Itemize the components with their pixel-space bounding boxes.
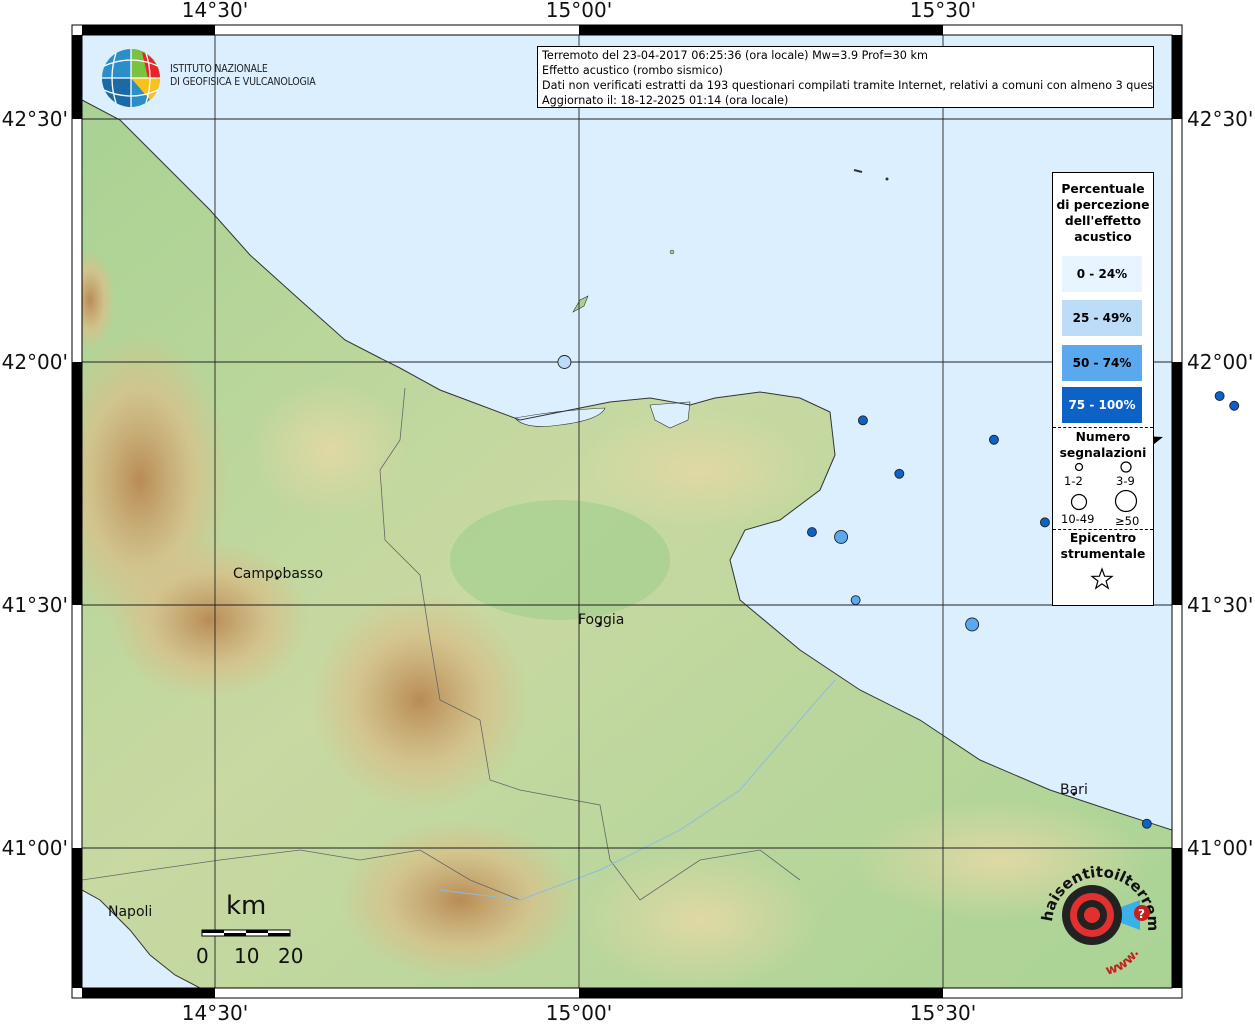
event-line: Terremoto del 23-04-2017 06:25:36 (ora l…: [542, 49, 928, 62]
legend-class-0-24: 0 - 24%: [1062, 256, 1142, 292]
observation-point: [557, 355, 572, 369]
globe-icon: [102, 49, 161, 107]
legend-class-75-100: 75 - 100%: [1062, 387, 1142, 423]
scale-label-0: 0: [196, 944, 209, 968]
epicenter-title: Epicentro strumentale: [1053, 530, 1153, 562]
observation-point: [1229, 400, 1240, 411]
legend-title-line: acustico: [1074, 230, 1132, 244]
latitude-label-right: 41°30': [1187, 593, 1253, 617]
observation-point: [1039, 517, 1050, 528]
latitude-label-left: 42°00': [2, 350, 68, 374]
brand-www: www.: [1104, 946, 1143, 978]
observation-point: [989, 434, 999, 445]
longitude-label-bottom: 14°30': [182, 1001, 248, 1024]
murge-hills-south: [580, 850, 820, 988]
ingv-logo: ISTITUTO NAZIONALE DI GEOFISICA E VULCAN…: [100, 46, 330, 110]
observation-point: [1141, 818, 1152, 829]
observation-point: [834, 530, 849, 544]
irpinia-relief: [340, 820, 580, 980]
count-title: Numero segnalazioni: [1053, 429, 1153, 461]
epicenter-title-line: Epicentro: [1069, 531, 1137, 545]
legend-divider: [1053, 427, 1153, 428]
scale-segment: [202, 930, 224, 933]
matese-relief: [110, 540, 310, 700]
count-title-line: Numero: [1075, 430, 1131, 444]
scale-segment: [224, 933, 246, 936]
legend-panel: Percentuale di percezione dell'effetto a…: [1052, 172, 1154, 606]
frame-segment: [82, 25, 215, 35]
frame-segment: [1172, 35, 1182, 119]
scale-label-20: 20: [278, 944, 303, 968]
longitude-label-top: 15°30': [910, 0, 976, 22]
frame-segment: [579, 988, 943, 998]
city-napoli: Napoli: [108, 904, 152, 920]
frame-segment: [72, 362, 82, 605]
latitude-label-right: 41°00': [1187, 836, 1253, 860]
frame-segment: [1172, 848, 1182, 988]
latitude-label-right: 42°00': [1187, 350, 1253, 374]
size-symbols: [1070, 461, 1138, 513]
longitude-label-bottom: 15°30': [910, 1001, 976, 1024]
latitude-label-left: 41°30': [2, 593, 68, 617]
city-bari: Bari: [1060, 782, 1088, 798]
latitude-label-left: 41°00': [2, 836, 68, 860]
longitude-label-top: 15°00': [546, 0, 612, 22]
size-label-1-2: 1-2: [1064, 474, 1083, 488]
scale-segment: [246, 930, 268, 933]
longitude-label-top: 14°30': [182, 0, 248, 22]
haisentito-logo: haisentitoilterremoto.it www. ?: [1025, 841, 1170, 985]
effect-line: Effetto acustico (rombo sismico): [542, 64, 723, 77]
legend-class-25-49: 25 - 49%: [1062, 300, 1142, 336]
legend-class-50-74: 50 - 74%: [1062, 345, 1142, 381]
size-label-50-plus: ≥50: [1115, 514, 1140, 528]
ingv-name-line-2: DI GEOFISICA E VULCANOLOGIA: [170, 76, 316, 88]
legend-title-line: Percentuale: [1061, 182, 1145, 196]
pianosa-island: [669, 249, 675, 255]
frame-segment: [82, 988, 215, 998]
epicenter-title-line: strumentale: [1060, 547, 1146, 561]
size-label-3-9: 3-9: [1116, 474, 1135, 488]
legend-title-line: dell'effetto: [1064, 214, 1142, 228]
question-icon: ?: [1138, 907, 1145, 921]
scale-unit: km: [226, 891, 266, 921]
daunia-relief: [310, 590, 530, 810]
earthquake-info-box: Terremoto del 23-04-2017 06:25:36 (ora l…: [537, 46, 1154, 108]
latitude-label-right: 42°30': [1187, 107, 1253, 131]
svg-text:www.: www.: [1104, 946, 1143, 978]
molise-hills: [250, 380, 410, 520]
tavoliere-plain: [450, 500, 670, 620]
frame-segment: [1172, 362, 1182, 605]
frame-segment: [72, 848, 82, 988]
target-icon: haisentitoilterremoto.it www. ?: [1025, 841, 1162, 979]
legend-title-line: di percezione: [1056, 198, 1150, 212]
size-label-10-49: 10-49: [1061, 512, 1095, 526]
updated-line: Aggiornato il: 18-12-2025 01:14 (ora loc…: [542, 94, 789, 107]
ingv-name: ISTITUTO NAZIONALE DI GEOFISICA E VULCAN…: [170, 63, 316, 89]
star-icon: [1090, 567, 1114, 590]
latitude-label-left: 42°30': [2, 107, 68, 131]
longitude-label-bottom: 15°00': [546, 1001, 612, 1024]
observation-point: [850, 595, 861, 606]
frame-segment: [579, 25, 943, 35]
observation-point: [894, 468, 905, 479]
observation-point: [857, 415, 868, 426]
scale-label-10: 10: [234, 944, 259, 968]
city-campobasso: Campobasso: [233, 566, 323, 582]
ingv-name-line-1: ISTITUTO NAZIONALE: [170, 63, 268, 75]
observation-point: [807, 527, 817, 538]
pelagosa-islet: [885, 177, 889, 181]
scale-segment: [268, 933, 290, 936]
observation-point: [965, 617, 980, 632]
data-source-line: Dati non verificati estratti da 193 ques…: [542, 79, 1154, 92]
observation-point: [1214, 391, 1225, 401]
frame-segment: [72, 35, 82, 119]
legend-title: Percentuale di percezione dell'effetto a…: [1053, 181, 1153, 245]
city-foggia: Foggia: [578, 612, 624, 628]
